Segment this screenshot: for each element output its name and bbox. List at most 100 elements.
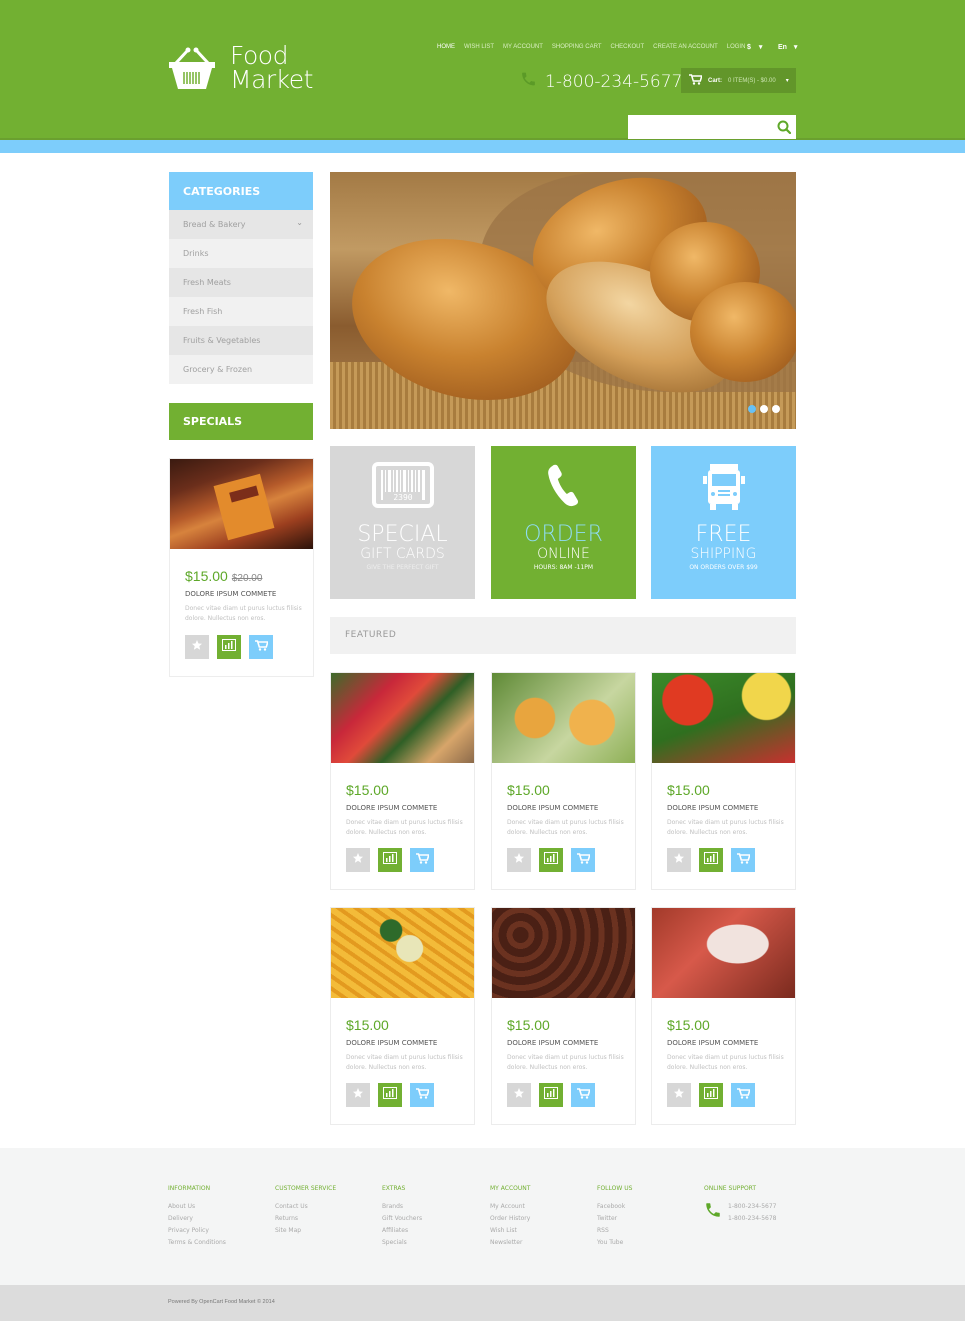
category-grocery-frozen[interactable]: Grocery & Frozen [169, 355, 313, 384]
chevron-down-icon[interactable]: ⌄ [296, 218, 303, 227]
barcode-icon: 2390 [371, 462, 434, 512]
nav-login[interactable]: Login [727, 44, 746, 50]
banner-free-shipping[interactable]: FREE SHIPPING ON ORDERS OVER $99 [651, 446, 796, 599]
footer-column-title: ONLINE SUPPORT [704, 1185, 757, 1192]
add-to-cart-button[interactable] [571, 848, 595, 872]
featured-product-card: $15.00 DOLORE IPSUM COMMETE Donec vitae di… [491, 907, 636, 1125]
product-name[interactable]: DOLORE IPSUM COMMETE [185, 590, 276, 598]
wishlist-button[interactable] [185, 635, 209, 659]
footer-link[interactable]: Site Map [275, 1225, 336, 1237]
nav-checkout[interactable]: Checkout [611, 44, 645, 50]
phone-icon [704, 1201, 722, 1221]
wishlist-button[interactable] [507, 848, 531, 872]
product-name[interactable]: DOLORE IPSUM COMMETE [667, 1039, 758, 1047]
footer-link[interactable]: You Tube [597, 1237, 632, 1249]
category-fresh-meats[interactable]: Fresh Meats [169, 268, 313, 297]
nav-wish-list[interactable]: Wish List [464, 44, 494, 50]
add-to-cart-button[interactable] [571, 1083, 595, 1107]
star-icon [352, 1086, 364, 1104]
nav-my-account[interactable]: My Account [503, 44, 543, 50]
category-fruits-vegetables[interactable]: Fruits & Vegetables [169, 326, 313, 355]
banner-gift-cards[interactable]: 2390 SPECIAL GIFT CARDS GIVE THE PERFECT… [330, 446, 475, 599]
category-list: Bread & Bakery ⌄ Drinks Fresh Meats Fresh… [169, 210, 313, 384]
footer-link[interactable]: Gift Vouchers [382, 1213, 422, 1225]
product-name[interactable]: DOLORE IPSUM COMMETE [507, 804, 598, 812]
footer-link[interactable]: Facebook [597, 1201, 632, 1213]
compare-button[interactable] [539, 848, 563, 872]
footer-column-follow-us: FOLLOW US Facebook Twitter RSS You Tube [597, 1185, 632, 1249]
compare-button[interactable] [378, 1083, 402, 1107]
wishlist-button[interactable] [667, 848, 691, 872]
specials-heading: SPECIALS [169, 403, 313, 440]
product-image[interactable] [492, 673, 635, 763]
product-image[interactable] [331, 908, 474, 998]
product-image[interactable] [170, 459, 313, 549]
footer-link[interactable]: Brands [382, 1201, 422, 1213]
price-new: $15.00 [346, 782, 389, 798]
compare-button[interactable] [539, 1083, 563, 1107]
add-to-cart-button[interactable] [410, 848, 434, 872]
special-product-card: $15.00 $20.00 DOLORE IPSUM COMMETE Donec … [169, 458, 314, 677]
product-image[interactable] [331, 673, 474, 763]
banner-line-3: HOURS: 8AM -11PM [533, 564, 594, 571]
compare-button[interactable] [699, 848, 723, 872]
basket-logo-icon[interactable] [168, 46, 216, 90]
footer-link[interactable]: My Account [490, 1201, 530, 1213]
category-label: Bread & Bakery [183, 220, 246, 229]
hero-slider[interactable] [330, 172, 796, 429]
footer-column-title: EXTRAS [382, 1185, 406, 1192]
footer-link[interactable]: Delivery [168, 1213, 226, 1225]
cart-label: Cart: [708, 77, 723, 84]
product-image[interactable] [492, 908, 635, 998]
wishlist-button[interactable] [346, 848, 370, 872]
banner-order-online[interactable]: ORDER ONLINE HOURS: 8AM -11PM [491, 446, 636, 599]
footer-link[interactable]: Twitter [597, 1213, 632, 1225]
wishlist-button[interactable] [507, 1083, 531, 1107]
category-fresh-fish[interactable]: Fresh Fish [169, 297, 313, 326]
wishlist-button[interactable] [346, 1083, 370, 1107]
footer-link[interactable]: RSS [597, 1225, 632, 1237]
add-to-cart-button[interactable] [731, 1083, 755, 1107]
compare-button[interactable] [217, 635, 241, 659]
featured-product-card: $15.00 DOLORE IPSUM COMMETE Donec vitae di… [651, 907, 796, 1125]
compare-button[interactable] [378, 848, 402, 872]
footer-link[interactable]: Wish List [490, 1225, 530, 1237]
nav-create-account[interactable]: Create an Account [653, 44, 718, 50]
nav-shopping-cart[interactable]: Shopping Cart [552, 44, 602, 50]
nav-home[interactable]: Home [437, 44, 455, 50]
category-bread-bakery[interactable]: Bread & Bakery ⌄ [169, 210, 313, 239]
compare-button[interactable] [699, 1083, 723, 1107]
add-to-cart-button[interactable] [731, 848, 755, 872]
search-icon[interactable] [777, 120, 792, 139]
product-name[interactable]: DOLORE IPSUM COMMETE [346, 804, 437, 812]
support-phone: 1-800-234-5677 [728, 1203, 777, 1210]
slider-dot-1[interactable] [748, 405, 756, 413]
add-to-cart-button[interactable] [410, 1083, 434, 1107]
product-image[interactable] [652, 673, 795, 763]
search-input[interactable] [628, 115, 768, 139]
top-nav: Home Wish List My Account Shopping Cart … [437, 44, 754, 50]
category-drinks[interactable]: Drinks [169, 239, 313, 268]
product-description: Donec vitae diam ut purus luctus filisis… [507, 819, 624, 836]
footer-link[interactable]: Specials [382, 1237, 422, 1249]
footer-link[interactable]: Affiliates [382, 1225, 422, 1237]
product-name[interactable]: DOLORE IPSUM COMMETE [346, 1039, 437, 1047]
logo-text[interactable]: Food Market [230, 43, 313, 92]
slider-dot-3[interactable] [772, 405, 780, 413]
footer-link[interactable]: Terms & Conditions [168, 1237, 226, 1249]
wishlist-button[interactable] [667, 1083, 691, 1107]
slider-dot-2[interactable] [760, 405, 768, 413]
footer-link[interactable]: Returns [275, 1213, 336, 1225]
currency-dropdown[interactable]: $ ▾ [747, 43, 762, 51]
product-name[interactable]: DOLORE IPSUM COMMETE [507, 1039, 598, 1047]
product-image[interactable] [652, 908, 795, 998]
footer-link[interactable]: Contact Us [275, 1201, 336, 1213]
footer-link[interactable]: About Us [168, 1201, 226, 1213]
footer-link[interactable]: Order History [490, 1213, 530, 1225]
footer-link[interactable]: Privacy Policy [168, 1225, 226, 1237]
add-to-cart-button[interactable] [249, 635, 273, 659]
footer-link[interactable]: Newsletter [490, 1237, 530, 1249]
cart-button[interactable]: Cart: 0 ITEM(S) - $0.00 ▾ [681, 68, 796, 93]
product-name[interactable]: DOLORE IPSUM COMMETE [667, 804, 758, 812]
language-dropdown[interactable]: En ▾ [778, 43, 797, 51]
